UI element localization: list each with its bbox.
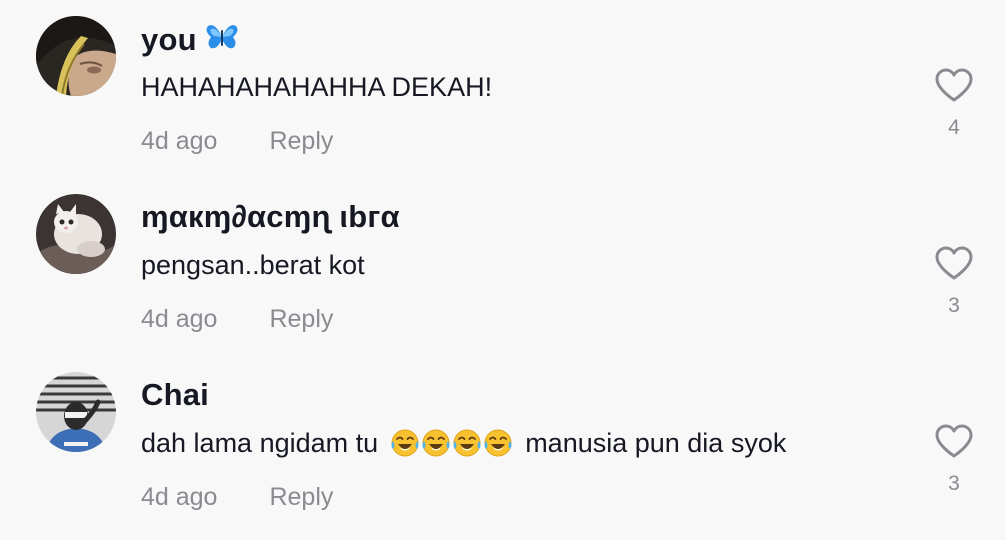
comment-item: ɱαкɱ∂αcɱɳ ιbгα pengsan..berat kot 4d ago… (0, 178, 1006, 356)
comment-item: Chai dah lama ngidam tu manusia pun dia … (0, 356, 1006, 534)
comment-text: HAHAHAHAHAHHA DEKAH! (141, 72, 493, 102)
comment-time: 4d ago (141, 483, 218, 511)
comment-list: you HAHAHAHAHAHHA DEKAH! 4d ago Reply 4 (0, 0, 1006, 540)
username-text: ɱαкɱ∂αcɱɳ ιbгα (141, 199, 400, 234)
like-count: 4 (948, 116, 960, 139)
face-with-tears-of-joy-icon (421, 428, 451, 458)
comment-text: pengsan..berat kot (141, 250, 365, 280)
heart-icon[interactable] (934, 67, 974, 103)
avatar[interactable] (36, 372, 116, 452)
like-control: 3 (933, 423, 975, 496)
heart-icon[interactable] (934, 423, 974, 459)
comment-text-before: dah lama ngidam tu (141, 428, 379, 458)
username[interactable]: Chai (141, 377, 209, 413)
heart-icon[interactable] (934, 245, 974, 281)
username-text: you (141, 22, 197, 57)
reply-button[interactable]: Reply (269, 483, 333, 511)
avatar-image (36, 16, 116, 96)
comment-text: dah lama ngidam tu manusia pun dia syok (141, 427, 786, 465)
username-text: Chai (141, 377, 209, 412)
comment-time: 4d ago (141, 127, 218, 155)
face-with-tears-of-joy-icon (483, 428, 513, 458)
comment-meta: 4d ago Reply (141, 304, 333, 334)
avatar[interactable] (36, 16, 116, 96)
avatar-image (36, 372, 116, 452)
comment-item: you HAHAHAHAHAHHA DEKAH! 4d ago Reply 4 (0, 0, 1006, 178)
comment-text-after: manusia pun dia syok (525, 428, 787, 458)
comment-time: 4d ago (141, 305, 218, 333)
like-count: 3 (948, 472, 960, 495)
avatar[interactable] (36, 194, 116, 274)
comment-meta: 4d ago Reply (141, 482, 333, 512)
reply-button[interactable]: Reply (269, 305, 333, 333)
reply-button[interactable]: Reply (269, 127, 333, 155)
emoji-group (390, 428, 514, 465)
avatar-image (36, 194, 116, 274)
username[interactable]: you (141, 22, 239, 58)
like-count: 3 (948, 294, 960, 317)
username[interactable]: ɱαкɱ∂αcɱɳ ιbгα (141, 199, 400, 235)
butterfly-icon (206, 25, 238, 49)
like-control: 4 (933, 67, 975, 140)
comment-meta: 4d ago Reply (141, 126, 333, 156)
face-with-tears-of-joy-icon (390, 428, 420, 458)
face-with-tears-of-joy-icon (452, 428, 482, 458)
like-control: 3 (933, 245, 975, 318)
